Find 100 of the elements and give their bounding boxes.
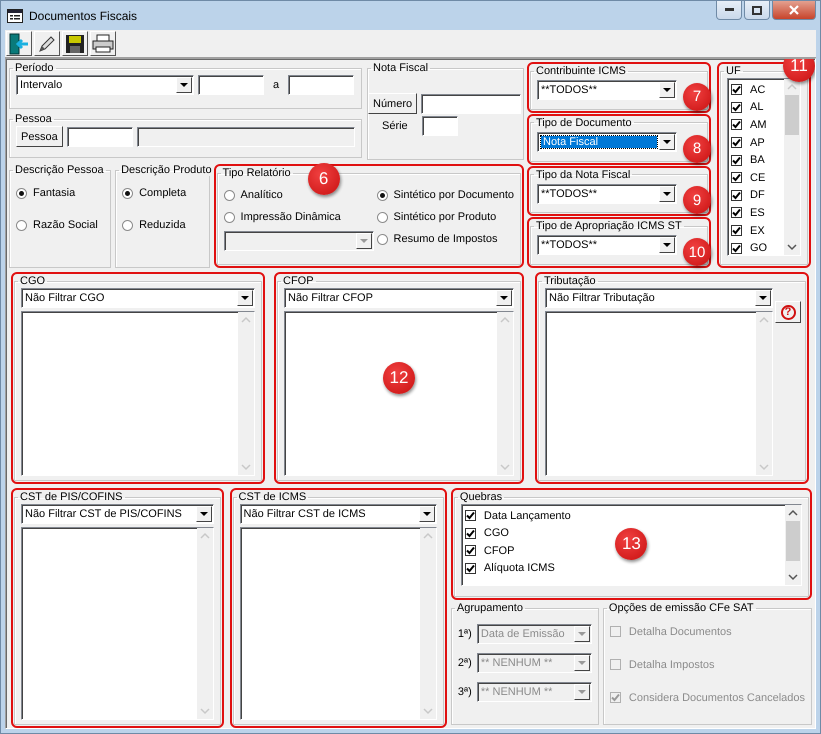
radio-button[interactable] [376,212,388,222]
restore-icon [752,6,762,14]
dropdown[interactable]: Não Filtrar CFOP [284,288,514,308]
group-title: Tipo de Apropriação ICMS ST [535,220,683,232]
group-title: Contribuinte ICMS [535,65,627,77]
checkbox[interactable] [731,225,742,236]
group-title: Descrição Pessoa [14,164,105,176]
checkbox-label: Detalha Impostos [628,658,714,670]
scrollbar[interactable] [784,79,800,255]
dropdown[interactable]: Não Filtrar Tributação [545,288,773,308]
print-button[interactable] [90,31,116,56]
checkbox[interactable] [464,528,476,539]
radio-label: Sintético por Produto [394,211,496,223]
date-field[interactable] [288,75,354,95]
checkbox[interactable] [464,545,476,556]
group-title: CST de PIS/COFINS [19,491,124,503]
checkbox[interactable] [731,119,742,130]
group-title: Nota Fiscal [372,62,430,74]
dropdown[interactable]: Não Filtrar CST de PIS/COFINS [21,504,214,524]
maximize-button[interactable] [744,1,770,20]
radio-label: Impressão Dinâmica [240,211,341,223]
radio-button[interactable] [16,220,27,230]
scrollbar[interactable] [785,505,801,585]
help-button[interactable]: ? [775,301,801,323]
group-title: Tipo Relatório [222,167,292,179]
dropdown[interactable]: **TODOS** [537,80,677,100]
checkbox-label: AL [750,101,764,114]
scroll-thumb[interactable] [786,521,800,561]
radio-button[interactable] [16,188,27,198]
number-field[interactable] [421,94,522,114]
checkbox-list[interactable]: AC AL AM AP BA CE DF ES EX GO [727,78,801,256]
checkbox[interactable] [731,84,742,96]
checkbox[interactable] [731,242,742,254]
radio-label: Resumo de Impostos [394,233,498,245]
checkbox[interactable] [731,102,742,113]
checkbox[interactable] [731,172,742,184]
dropdown[interactable]: **TODOS** [537,235,677,256]
number-button[interactable]: Número [368,93,418,114]
list-box[interactable] [21,311,255,476]
checkbox[interactable] [464,510,476,522]
save-button[interactable] [62,31,88,56]
radio-button[interactable] [376,190,388,200]
form-icon [7,8,23,22]
close-button[interactable] [772,1,816,20]
checkbox[interactable] [731,190,742,201]
person-name-field[interactable] [136,126,355,146]
checkbox-label: AC [750,84,766,96]
radio-label: Completa [139,187,186,199]
close-icon [789,5,799,15]
annotation-badge: 11 [783,59,815,82]
group-title: Período [14,62,55,74]
radio-button[interactable] [122,220,134,230]
checkbox-label: Detalha Documentos [628,626,732,638]
checkbox[interactable] [731,207,742,218]
minimize-icon [724,8,734,12]
group-title: Agrupamento [456,602,524,614]
dropdown[interactable]: **TODOS** [537,184,677,204]
checkbox-label: ES [750,206,765,219]
radio-label: Analítico [240,189,283,201]
checkbox-label: Data Lançamento [484,510,571,522]
person-code-field[interactable] [66,126,133,146]
series-label: Série [381,120,409,132]
list-box[interactable] [545,311,773,476]
checkbox[interactable] [464,562,476,574]
radio-label: Sintético por Documento [394,189,514,201]
dropdown[interactable]: Nota Fiscal [537,132,677,152]
checkbox-label: CGO [484,527,509,540]
radio-button[interactable] [224,212,235,222]
dropdown[interactable]: Intervalo [16,75,194,95]
person-button[interactable]: Pessoa [16,126,63,147]
group-title: Tipo de Documento [535,116,633,129]
radio-button[interactable] [376,234,388,244]
list-box[interactable] [21,527,214,720]
group-title: Tributação [543,275,597,287]
range-label: a [272,79,280,91]
dropdown[interactable]: Não Filtrar CGO [21,288,255,308]
annotation-badge: 10 [683,238,711,266]
checkbox-label: CFOP [484,544,514,557]
scroll-thumb[interactable] [785,95,799,135]
edit-button[interactable] [34,31,60,56]
checkbox-label: AM [750,118,766,131]
group-title: Descrição Produto [120,164,213,176]
door-arrow-icon [8,32,30,54]
radio-button[interactable] [224,190,235,200]
list-box[interactable] [284,311,514,476]
order-label: 1ª) [458,628,473,640]
group-title: UF [725,65,742,77]
order-label: 3ª) [458,686,473,698]
checkbox-label: GO [750,242,768,254]
dropdown[interactable] [224,231,374,251]
checkbox-label: EX [750,224,765,237]
minimize-button[interactable] [716,1,742,20]
checkbox[interactable] [731,154,742,166]
annotation-badge: 6 [308,163,340,195]
dropdown[interactable]: Não Filtrar CST de ICMS [240,504,437,524]
checkbox[interactable] [731,137,742,148]
exit-button[interactable] [6,31,32,56]
radio-button[interactable] [122,188,134,198]
date-field[interactable] [198,75,264,95]
series-field[interactable] [422,116,458,136]
